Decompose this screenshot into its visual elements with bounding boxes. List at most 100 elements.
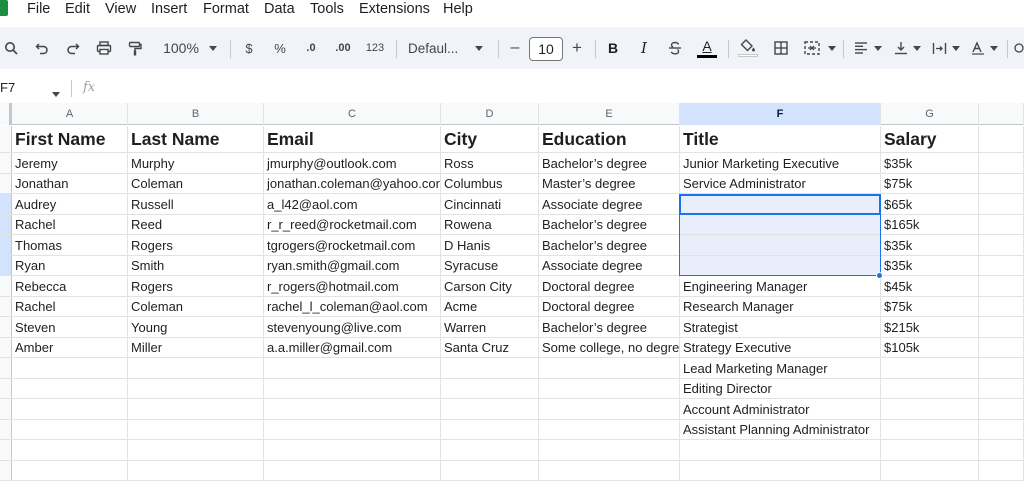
cell-c[interactable]: a_l42@aol.com <box>264 194 441 214</box>
cell-c[interactable]: a.a.miller@gmail.com <box>264 337 441 357</box>
header-cell-e[interactable]: Education <box>539 126 680 152</box>
cell-a[interactable] <box>12 419 128 439</box>
cell-e[interactable] <box>539 399 680 419</box>
row-header[interactable] <box>0 255 12 275</box>
cell-c[interactable]: r_rogers@hotmail.com <box>264 276 441 296</box>
more-options-icon[interactable] <box>1012 27 1024 69</box>
cell-a[interactable]: Jonathan <box>12 173 128 193</box>
paint-format-icon[interactable] <box>124 27 146 69</box>
cell-e[interactable]: Master’s degree <box>539 173 680 193</box>
cell-h[interactable] <box>979 399 1024 419</box>
cell-a[interactable] <box>12 460 128 480</box>
cell-a[interactable] <box>12 358 128 378</box>
text-wrapping-icon[interactable] <box>929 27 949 69</box>
row-header[interactable] <box>0 378 12 398</box>
cell-b[interactable] <box>128 378 264 398</box>
increase-font-size-button[interactable]: + <box>568 27 586 69</box>
column-header-d[interactable]: D <box>441 103 539 125</box>
cell-h[interactable] <box>979 255 1024 275</box>
cell-f[interactable]: Junior Marketing Executive <box>680 153 881 173</box>
cell-g[interactable] <box>881 358 979 378</box>
undo-icon[interactable] <box>31 27 53 69</box>
row-header[interactable] <box>0 126 12 152</box>
text-rotation-icon[interactable] <box>968 27 988 69</box>
cell-c[interactable] <box>264 378 441 398</box>
cell-e[interactable]: Bachelor’s degree <box>539 153 680 173</box>
cell-f[interactable] <box>680 440 881 460</box>
cell-e[interactable] <box>539 378 680 398</box>
cell-h[interactable] <box>979 276 1024 296</box>
row-header[interactable] <box>0 276 12 296</box>
cell-h[interactable] <box>979 194 1024 214</box>
row-header[interactable] <box>0 317 12 337</box>
cell-h[interactable] <box>979 214 1024 234</box>
cell-f[interactable]: Lead Marketing Manager <box>680 358 881 378</box>
cell-f[interactable] <box>680 214 881 234</box>
cell-b[interactable]: Rogers <box>128 235 264 255</box>
cell-a[interactable]: Jeremy <box>12 153 128 173</box>
cell-g[interactable]: $75k <box>881 173 979 193</box>
cell-b[interactable] <box>128 440 264 460</box>
cell-b[interactable] <box>128 419 264 439</box>
cell-e[interactable]: Doctoral degree <box>539 296 680 316</box>
cell-a[interactable] <box>12 440 128 460</box>
cell-g[interactable]: $35k <box>881 255 979 275</box>
column-header-c[interactable]: C <box>264 103 441 125</box>
menu-tools[interactable]: Tools <box>310 1 344 17</box>
cell-a[interactable]: Thomas <box>12 235 128 255</box>
cell-h[interactable] <box>979 153 1024 173</box>
menu-edit[interactable]: Edit <box>65 1 90 17</box>
search-menus-icon[interactable] <box>2 27 20 69</box>
row-header[interactable] <box>0 194 12 214</box>
print-icon[interactable] <box>93 27 115 69</box>
cell-b[interactable]: Smith <box>128 255 264 275</box>
cell-c[interactable]: jmurphy@outlook.com <box>264 153 441 173</box>
menu-format[interactable]: Format <box>203 1 249 17</box>
cell-e[interactable] <box>539 460 680 480</box>
font-dropdown-icon[interactable] <box>473 27 485 69</box>
cell-e[interactable] <box>539 419 680 439</box>
cell-b[interactable]: Reed <box>128 214 264 234</box>
cell-e[interactable]: Bachelor’s degree <box>539 235 680 255</box>
cell-c[interactable]: ryan.smith@gmail.com <box>264 255 441 275</box>
cell-a[interactable]: Rebecca <box>12 276 128 296</box>
font-size-input[interactable]: 10 <box>529 37 563 61</box>
cell-g[interactable]: $105k <box>881 337 979 357</box>
row-header[interactable] <box>0 358 12 378</box>
text-color-button[interactable]: A <box>695 27 719 69</box>
cell-e[interactable]: Bachelor’s degree <box>539 214 680 234</box>
cell-d[interactable] <box>441 440 539 460</box>
cell-d[interactable] <box>441 399 539 419</box>
decrease-font-size-button[interactable]: – <box>506 27 524 69</box>
cell-d[interactable]: Acme <box>441 296 539 316</box>
name-box-dropdown-icon[interactable] <box>52 84 60 102</box>
cell-e[interactable]: Some college, no degre <box>539 337 680 357</box>
font-family-select[interactable]: Defaul... <box>408 27 468 69</box>
cell-f[interactable]: Engineering Manager <box>680 276 881 296</box>
row-header[interactable] <box>0 399 12 419</box>
row-header[interactable] <box>0 173 12 193</box>
header-cell-c[interactable]: Email <box>264 126 441 152</box>
fill-color-icon[interactable] <box>736 27 760 69</box>
cell-h[interactable] <box>979 337 1024 357</box>
cell-h[interactable] <box>979 317 1024 337</box>
cell-a[interactable] <box>12 378 128 398</box>
borders-icon[interactable] <box>770 27 792 69</box>
italic-button[interactable]: I <box>634 27 654 69</box>
menu-insert[interactable]: Insert <box>151 1 187 17</box>
column-header-f[interactable]: F <box>680 103 881 125</box>
cell-b[interactable]: Young <box>128 317 264 337</box>
horizontal-align-icon[interactable] <box>851 27 871 69</box>
fill-handle[interactable] <box>876 272 883 279</box>
cell-e[interactable]: Associate degree <box>539 194 680 214</box>
cell-d[interactable]: Carson City <box>441 276 539 296</box>
cell-h[interactable] <box>979 173 1024 193</box>
cell-c[interactable]: tgrogers@rocketmail.com <box>264 235 441 255</box>
cell-h[interactable] <box>979 126 1024 152</box>
cell-f[interactable] <box>680 235 881 255</box>
menu-data[interactable]: Data <box>264 1 295 17</box>
cell-h[interactable] <box>979 460 1024 480</box>
cell-g[interactable]: $35k <box>881 153 979 173</box>
cell-g[interactable] <box>881 419 979 439</box>
cell-h[interactable] <box>979 378 1024 398</box>
